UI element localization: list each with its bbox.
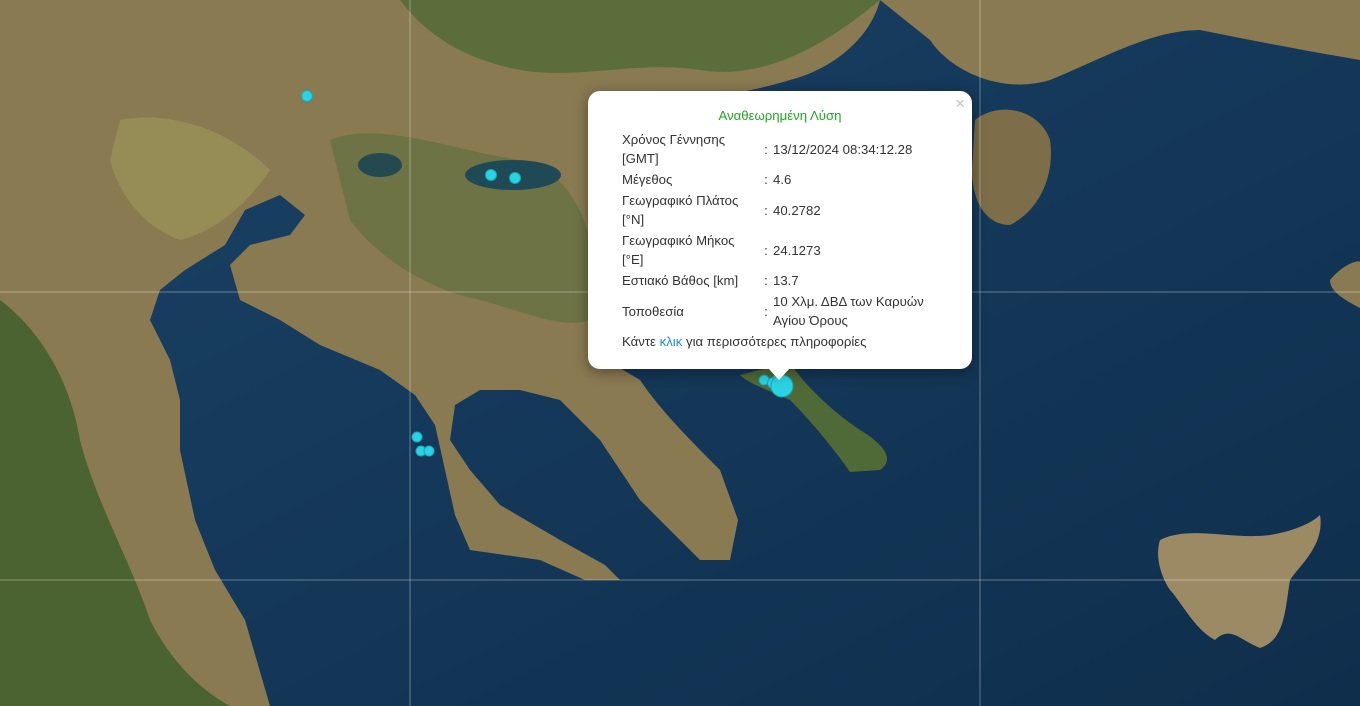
location-label: Τοποθεσία <box>622 303 684 319</box>
depth-value: 13.7 <box>773 273 799 288</box>
marker-gulf-3[interactable] <box>423 445 435 457</box>
longitude-value: 24.1273 <box>773 242 821 258</box>
row-location: Τοποθεσία : 10 Χλμ. ΔΒΔ των Καρυών Αγίου… <box>622 291 942 331</box>
separator: : <box>764 202 768 218</box>
magnitude-label: Μέγεθος <box>622 172 673 187</box>
separator: : <box>764 273 768 288</box>
close-icon[interactable]: × <box>955 94 965 114</box>
row-magnitude: Μέγεθος : 4.6 <box>622 169 942 190</box>
separator: : <box>764 141 768 157</box>
latitude-label: Γεωγραφικό Πλάτος [°N] <box>622 193 739 227</box>
location-value: 10 Χλμ. ΔΒΔ των Καρυών Αγίου Όρους <box>773 294 924 328</box>
more-info-line: Κάντε κλικ για περισσότερες πληροφορίες <box>622 334 867 349</box>
lake-koroneia <box>358 153 402 177</box>
popup-details: Χρόνος Γέννησης [GMT] : 13/12/2024 08:34… <box>622 129 942 331</box>
row-longitude: Γεωγραφικό Μήκος [°E] : 24.1273 <box>622 230 942 270</box>
latitude-value: 40.2782 <box>773 202 821 218</box>
popup-tip <box>768 368 790 380</box>
origin-time-value: 13/12/2024 08:34:12.28 <box>773 141 913 157</box>
row-origin-time: Χρόνος Γέννησης [GMT] : 13/12/2024 08:34… <box>622 129 942 169</box>
earthquake-popup: × Αναθεωρημένη Λύση Χρόνος Γέννησης [GMT… <box>588 91 972 369</box>
origin-time-label: Χρόνος Γέννησης [GMT] <box>622 132 726 166</box>
depth-label: Εστιακό Βάθος [km] <box>622 273 739 288</box>
more-info-link[interactable]: κλικ <box>660 334 683 349</box>
separator: : <box>764 242 768 258</box>
magnitude-value: 4.6 <box>773 172 792 187</box>
row-depth: Εστιακό Βάθος [km] : 13.7 <box>622 270 942 291</box>
longitude-label: Γεωγραφικό Μήκος [°E] <box>622 233 735 267</box>
row-latitude: Γεωγραφικό Πλάτος [°N] : 40.2782 <box>622 190 942 230</box>
more-info-suffix: για περισσότερες πληροφορίες <box>682 334 867 349</box>
marker-volvi-east[interactable] <box>509 172 521 184</box>
popup-title: Αναθεωρημένη Λύση <box>718 108 842 123</box>
marker-gulf-1[interactable] <box>411 431 423 443</box>
marker-volvi-west[interactable] <box>485 169 497 181</box>
more-info-prefix: Κάντε <box>622 334 660 349</box>
marker-lake-north[interactable] <box>301 90 313 102</box>
separator: : <box>764 303 768 319</box>
separator: : <box>764 172 768 187</box>
